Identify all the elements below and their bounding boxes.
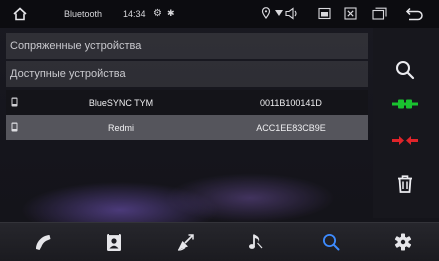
settings-icon[interactable] <box>392 231 414 253</box>
bottom-nav <box>0 222 439 261</box>
phone-icon[interactable] <box>32 231 54 253</box>
gps-icon <box>261 7 271 19</box>
delete-icon[interactable] <box>393 172 417 196</box>
call-log-icon[interactable] <box>175 231 197 253</box>
back-icon[interactable] <box>405 7 423 21</box>
window-icon[interactable] <box>318 7 331 20</box>
search-icon[interactable] <box>320 231 342 253</box>
disconnect-icon[interactable] <box>391 128 419 152</box>
music-icon[interactable] <box>245 231 267 253</box>
device-mac: 0011B100141D <box>260 98 322 108</box>
bluetooth-icon: ✱ <box>167 8 175 18</box>
device-mac: ACC1EE83CB9E <box>256 123 326 133</box>
status-bar: Bluetooth 14:34 ⚙ ✱ <box>0 0 439 28</box>
device-name: BlueSYNC TYM <box>88 98 154 108</box>
settings-small-icon: ⚙ <box>153 8 162 19</box>
connect-icon[interactable] <box>391 92 419 116</box>
available-devices-header[interactable]: Доступные устройства <box>6 61 368 87</box>
phone-device-icon <box>11 122 18 132</box>
phone-device-icon <box>11 97 18 107</box>
paired-devices-header[interactable]: Сопряженные устройства <box>6 33 368 59</box>
wifi-icon <box>275 10 283 16</box>
device-name: Redmi <box>107 123 134 133</box>
device-row-selected[interactable]: Redmi ACC1EE83CB9E <box>6 115 368 140</box>
device-row[interactable]: BlueSYNC TYM 0011B100141D <box>6 90 368 115</box>
clock: 14:34 <box>123 9 146 19</box>
home-icon[interactable] <box>12 6 28 22</box>
volume-icon[interactable] <box>285 7 299 20</box>
multiwindow-icon[interactable] <box>372 7 387 20</box>
contacts-icon[interactable] <box>103 231 125 253</box>
app-title: Bluetooth <box>64 9 103 19</box>
close-window-icon[interactable] <box>344 7 357 20</box>
search-icon[interactable] <box>393 58 417 82</box>
action-panel <box>373 28 439 218</box>
